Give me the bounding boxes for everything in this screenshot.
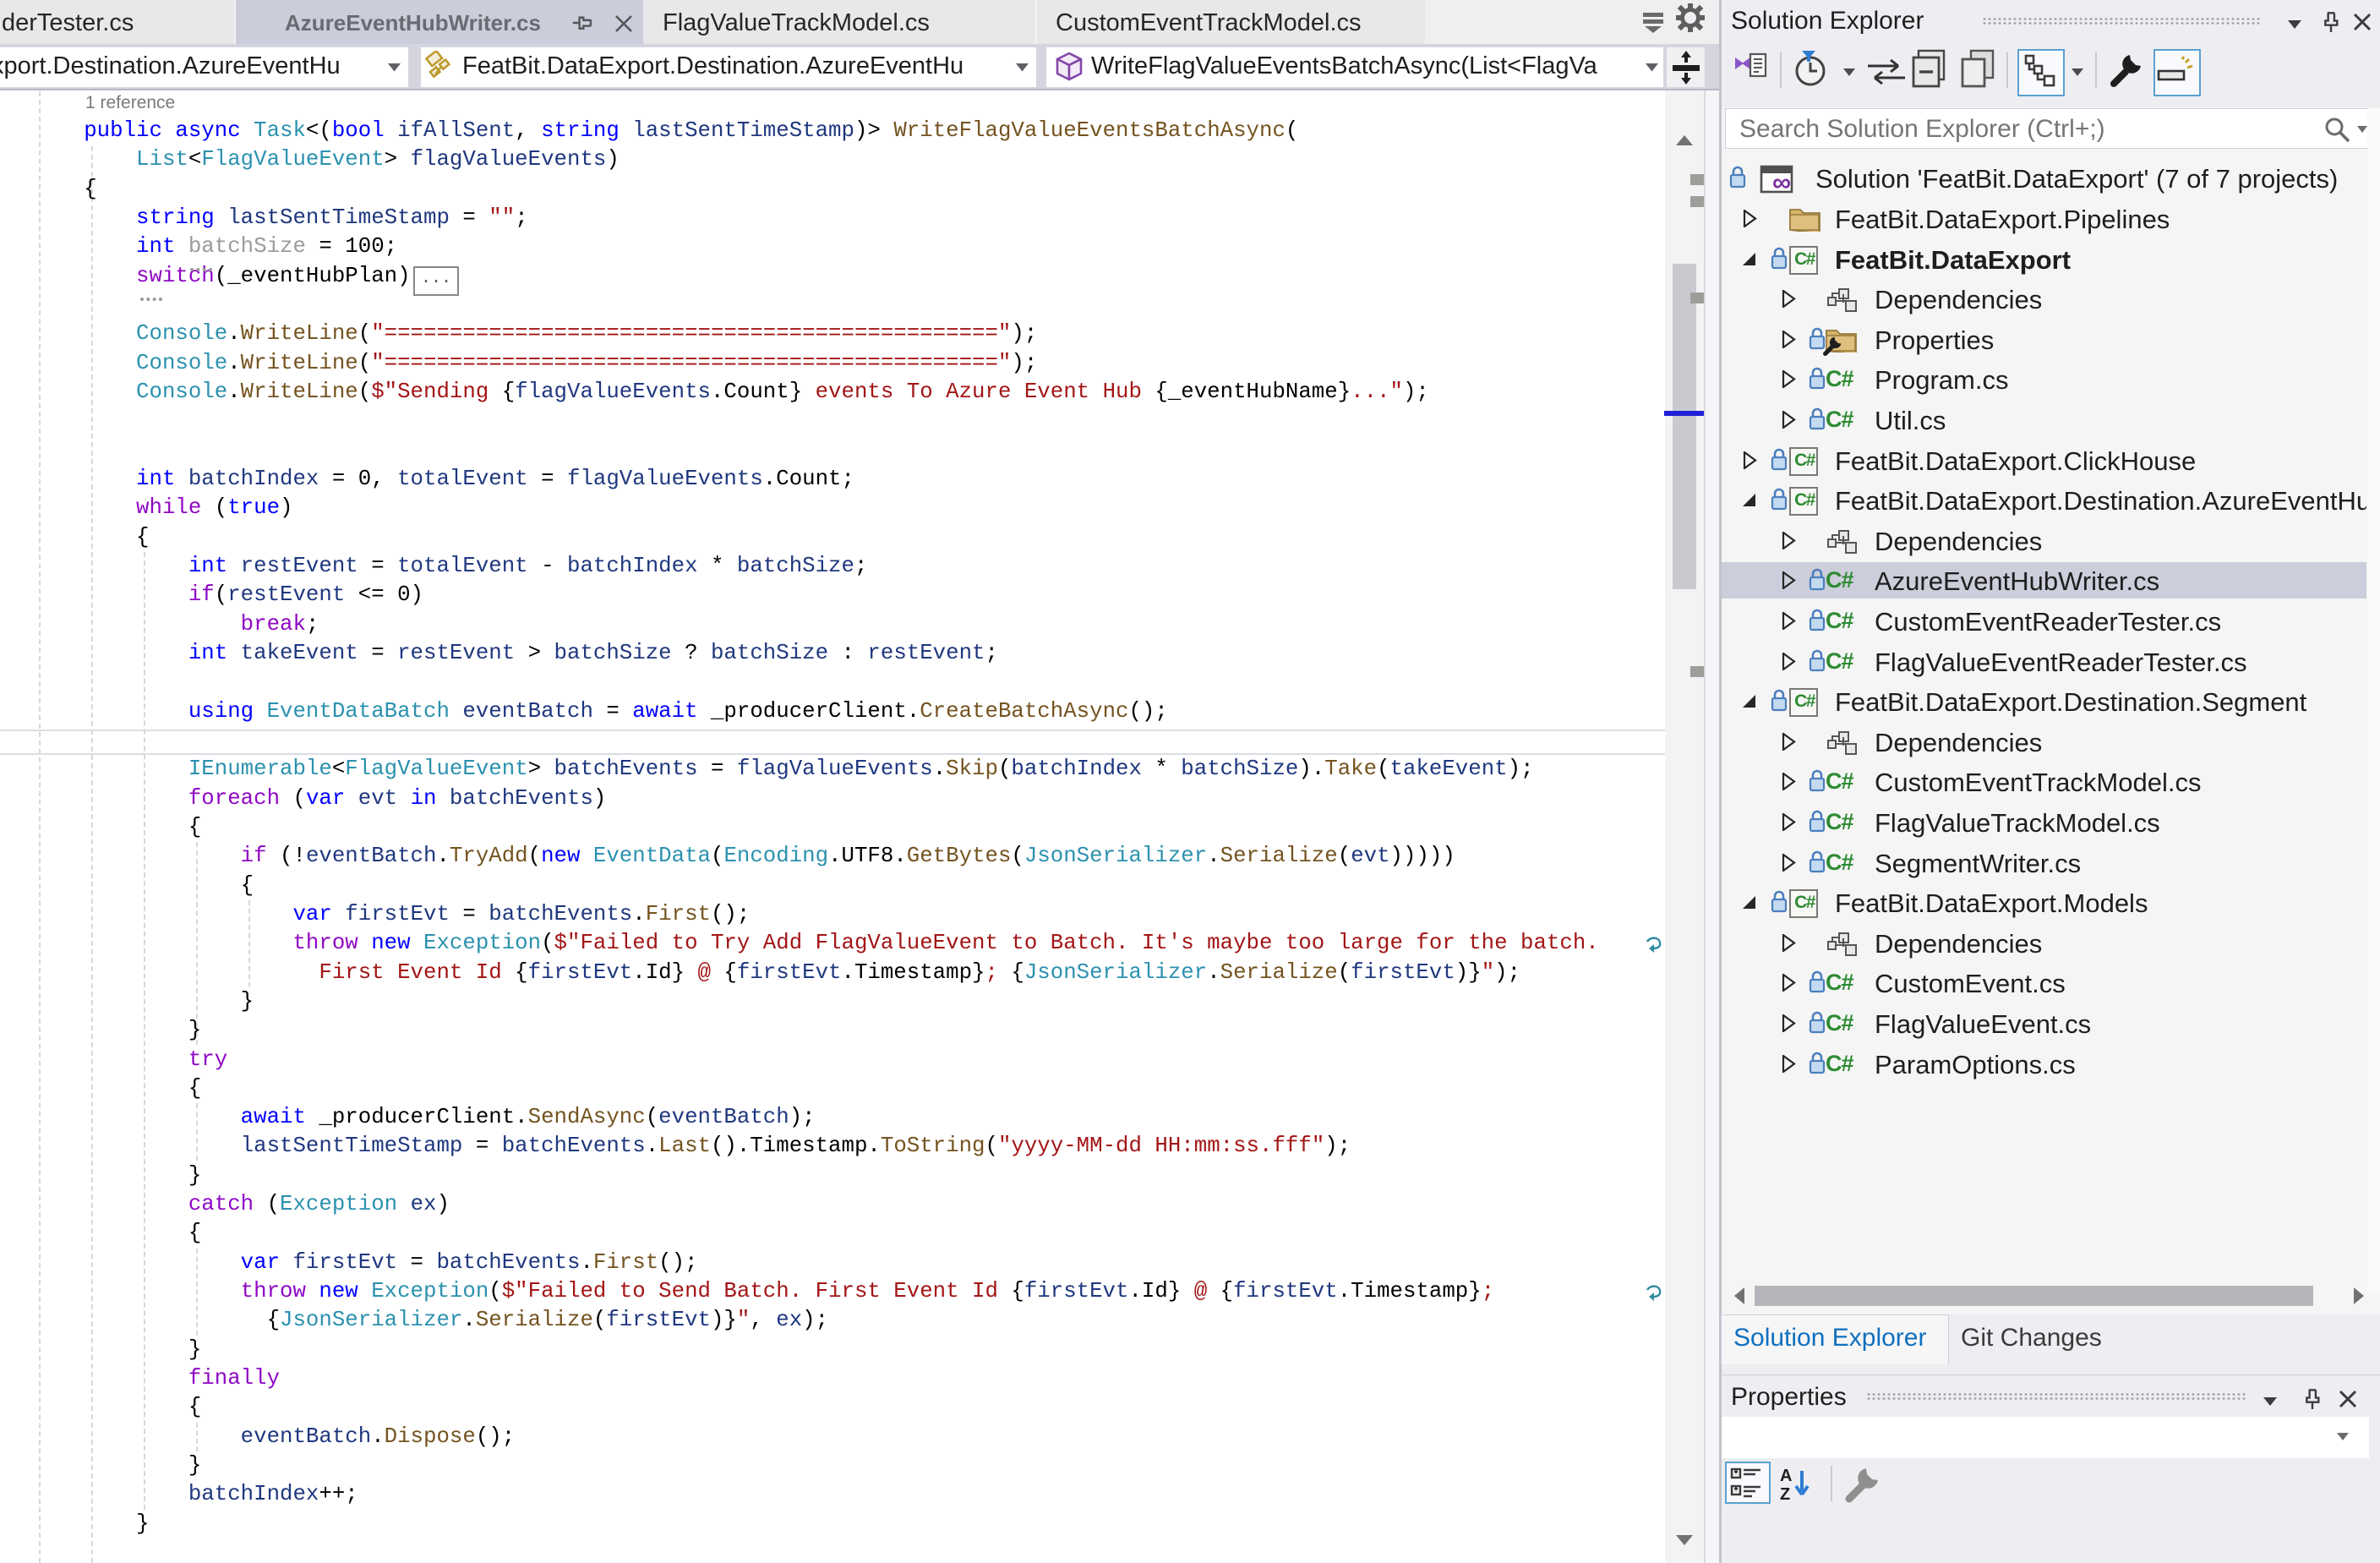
svg-text:A: A [1780, 1467, 1792, 1485]
svg-text:Z: Z [1780, 1485, 1790, 1503]
